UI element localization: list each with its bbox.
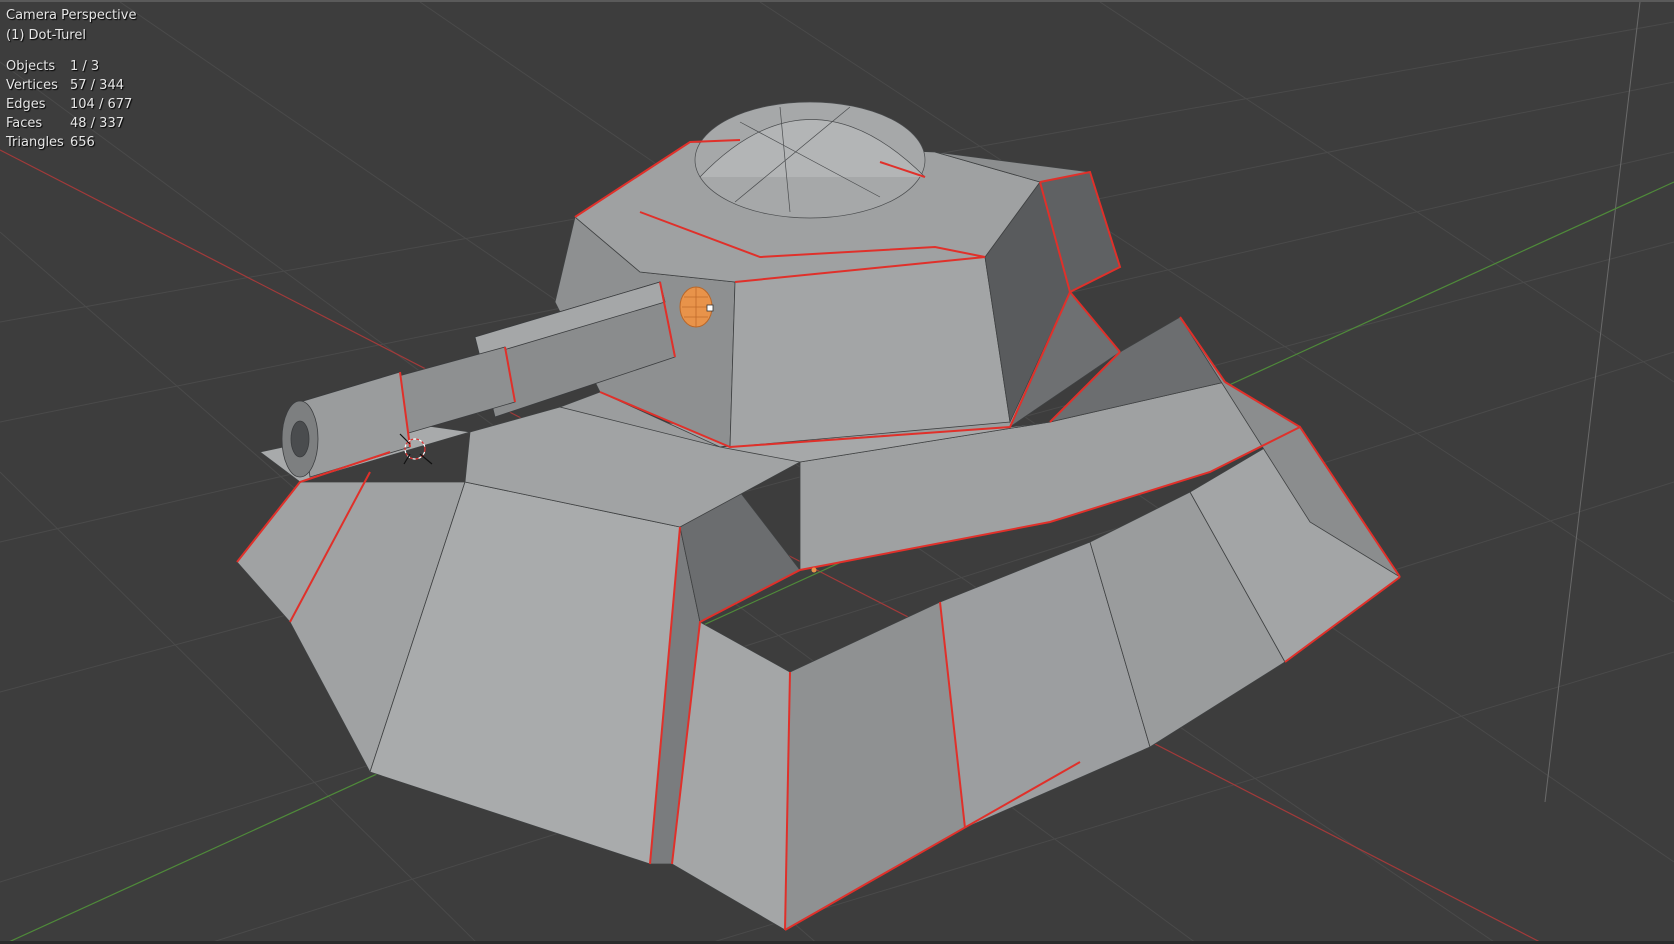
stat-row-triangles: Triangles 656	[6, 133, 132, 152]
stat-label: Triangles	[6, 135, 64, 150]
stat-label: Faces	[6, 116, 43, 131]
selected-vertex[interactable]	[811, 567, 817, 573]
stat-row-vertices: Vertices 57 / 344	[6, 76, 132, 95]
stat-label: Objects	[6, 59, 56, 74]
sun-light-icon[interactable]	[679, 286, 714, 328]
scene-statistics: Objects 1 / 3 Vertices 57 / 344 Edges 10…	[6, 57, 132, 152]
stat-value: 48 / 337	[70, 116, 124, 131]
view-name-label: Camera Perspective	[6, 8, 137, 23]
stat-label: Vertices	[6, 78, 58, 93]
stat-row-faces: Faces 48 / 337	[6, 114, 132, 133]
viewport-scene[interactable]	[0, 2, 1674, 944]
stat-row-edges: Edges 104 / 677	[6, 95, 132, 114]
stat-value: 656	[70, 135, 95, 150]
stat-value: 1 / 3	[70, 59, 100, 74]
turret-dome[interactable]	[694, 101, 926, 219]
stat-row-objects: Objects 1 / 3	[6, 57, 132, 76]
stat-value: 57 / 344	[70, 78, 124, 93]
stat-label: Edges	[6, 97, 46, 112]
3d-viewport[interactable]: Camera Perspective (1) Dot-Turel Objects…	[0, 0, 1674, 944]
stat-value: 104 / 677	[70, 97, 133, 112]
active-object-label: (1) Dot-Turel	[6, 28, 86, 43]
